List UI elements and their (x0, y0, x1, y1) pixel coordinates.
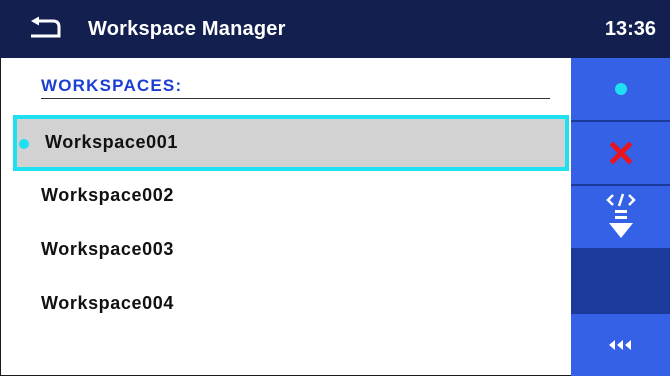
more-options-button[interactable] (571, 314, 670, 376)
workspace-item-label: Workspace001 (45, 132, 178, 152)
workspace-item-label: Workspace003 (41, 239, 174, 259)
code-download-icon (605, 193, 636, 238)
workspace-item-3[interactable]: Workspace003 (1, 224, 572, 278)
workspace-item-2[interactable]: Workspace002 (1, 170, 572, 224)
back-button[interactable] (28, 16, 62, 42)
delete-x-icon (609, 142, 632, 164)
section-divider (41, 98, 550, 99)
title-bar: Workspace Manager 13:36 (0, 0, 670, 58)
workspace-item-label: Workspace004 (41, 293, 174, 313)
dot-icon (614, 83, 627, 95)
section-label: WORKSPACES: (41, 76, 183, 95)
workspace-panel: WORKSPACES: Workspace001 Workspace002 Wo… (0, 58, 571, 376)
open-workspace-button[interactable] (571, 58, 670, 120)
selected-dot-icon (19, 139, 29, 149)
workspace-item-4[interactable]: Workspace004 (1, 278, 572, 332)
export-workspace-button[interactable] (571, 186, 670, 248)
page-title: Workspace Manager (88, 18, 286, 40)
action-sidebar (571, 58, 670, 376)
empty-slot (571, 250, 670, 312)
triple-left-arrow-icon (608, 340, 631, 350)
back-arrow-icon (31, 16, 61, 38)
delete-workspace-button[interactable] (571, 122, 670, 184)
workspace-item-1[interactable]: Workspace001 (13, 115, 569, 171)
clock: 13:36 (604, 18, 656, 40)
workspace-item-label: Workspace002 (41, 185, 174, 205)
